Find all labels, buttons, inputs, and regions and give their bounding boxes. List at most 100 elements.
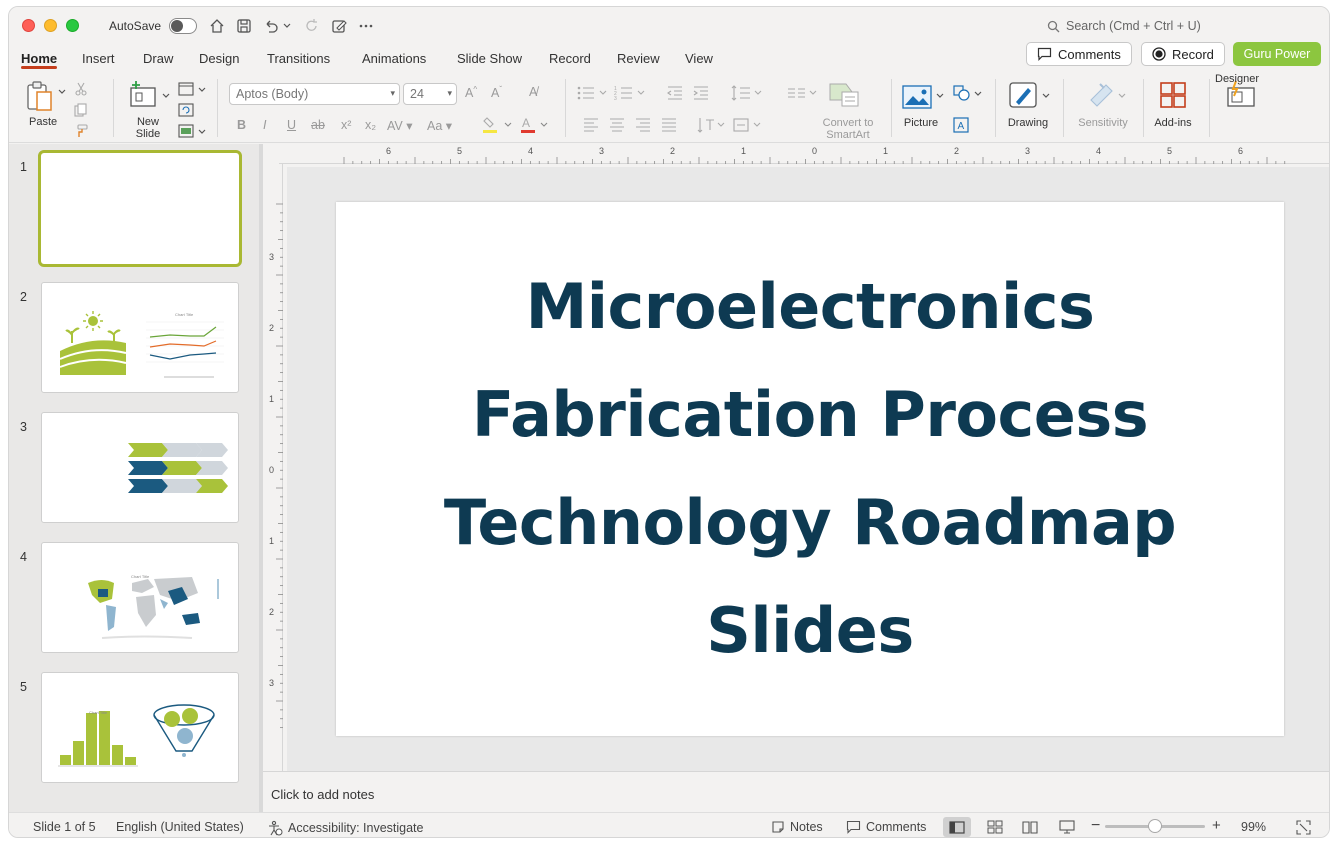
- save-icon[interactable]: [234, 16, 254, 36]
- layout-chevron-icon[interactable]: [197, 85, 207, 95]
- picture-label: Picture: [903, 117, 939, 129]
- subscript-icon[interactable]: x₂: [365, 118, 376, 132]
- reset-slide-icon[interactable]: [177, 102, 195, 118]
- shapes-icon[interactable]: [951, 83, 973, 103]
- accessibility-checker[interactable]: Accessibility: Investigate: [267, 820, 423, 836]
- align-left-icon[interactable]: [581, 115, 601, 135]
- align-text-icon[interactable]: [731, 115, 765, 135]
- underline-icon[interactable]: U: [287, 118, 296, 132]
- section-icon[interactable]: [177, 123, 195, 139]
- new-slide-dropdown-chevron-icon[interactable]: [161, 91, 171, 101]
- zoom-out-icon[interactable]: −: [1091, 817, 1100, 835]
- autosave-toggle[interactable]: [169, 18, 197, 34]
- columns-icon[interactable]: [785, 83, 821, 103]
- notes-pane[interactable]: Click to add notes: [263, 771, 1329, 812]
- zoom-in-icon[interactable]: +: [1212, 817, 1221, 834]
- numbering-icon[interactable]: 123: [613, 83, 649, 103]
- current-slide[interactable]: Microelectronics Fabrication Process Tec…: [336, 202, 1284, 736]
- layout-icon[interactable]: [177, 81, 195, 97]
- tab-design[interactable]: Design: [199, 51, 239, 66]
- text-box-icon[interactable]: A: [951, 115, 971, 135]
- text-direction-icon[interactable]: [695, 115, 729, 135]
- maximize-window-button[interactable]: [66, 19, 79, 32]
- zoom-level[interactable]: 99%: [1241, 820, 1266, 834]
- cut-icon[interactable]: [73, 81, 89, 97]
- fit-to-window-button[interactable]: [1289, 817, 1317, 837]
- new-slide-icon[interactable]: [127, 79, 159, 111]
- language-indicator[interactable]: English (United States): [116, 820, 244, 834]
- search-box[interactable]: Search (Cmd + Ctrl + U): [1047, 19, 1201, 33]
- picture-icon[interactable]: [901, 83, 933, 111]
- tab-animations[interactable]: Animations: [362, 51, 426, 66]
- italic-icon[interactable]: I: [263, 118, 266, 132]
- redo-icon[interactable]: [302, 16, 322, 36]
- home-icon[interactable]: [207, 16, 227, 36]
- notes-toggle-button[interactable]: Notes: [771, 820, 823, 834]
- slide-thumbnail-2[interactable]: Chart Title: [41, 282, 239, 393]
- sensitivity-icon[interactable]: [1085, 79, 1117, 111]
- font-name-dropdown[interactable]: Aptos (Body) ▾: [229, 83, 400, 105]
- tab-view[interactable]: View: [685, 51, 713, 66]
- shapes-chevron-icon[interactable]: [973, 89, 983, 99]
- decrease-indent-icon[interactable]: [665, 83, 685, 103]
- slide-thumbnail-4[interactable]: Chart Title: [41, 542, 239, 653]
- slide-thumbnail-5[interactable]: Chart Title: [41, 672, 239, 783]
- tab-insert[interactable]: Insert: [82, 51, 115, 66]
- record-button[interactable]: Record: [1141, 42, 1225, 66]
- zoom-slider-handle[interactable]: [1147, 819, 1162, 833]
- add-ins-icon[interactable]: [1157, 79, 1189, 111]
- drawing-icon[interactable]: [1007, 79, 1039, 111]
- slide-thumbnails-panel[interactable]: 1 2 Chart Title 3 4 Chart Title 5 Chart …: [9, 144, 259, 812]
- convert-to-smartart-icon[interactable]: [827, 79, 861, 109]
- bold-icon[interactable]: B: [237, 118, 246, 132]
- character-spacing-icon[interactable]: AV ▾: [387, 118, 413, 133]
- paste-dropdown-chevron-icon[interactable]: [57, 87, 67, 97]
- highlight-color-icon[interactable]: [479, 115, 519, 135]
- slideshow-view-button[interactable]: [1053, 817, 1081, 837]
- font-size-dropdown[interactable]: 24 ▾: [403, 83, 457, 105]
- undo-icon[interactable]: [261, 16, 281, 36]
- slide-title-textbox[interactable]: Microelectronics Fabrication Process Tec…: [336, 253, 1284, 685]
- comments-button[interactable]: Comments: [1026, 42, 1132, 66]
- increase-indent-icon[interactable]: [691, 83, 711, 103]
- tab-draw[interactable]: Draw: [143, 51, 173, 66]
- font-color-icon[interactable]: A: [517, 115, 557, 135]
- section-chevron-icon[interactable]: [197, 127, 207, 137]
- strikethrough-icon[interactable]: ab: [311, 118, 325, 132]
- superscript-icon[interactable]: x²: [341, 118, 351, 132]
- normal-view-button[interactable]: [943, 817, 971, 837]
- undo-dropdown-chevron-icon[interactable]: [281, 16, 293, 36]
- justify-icon[interactable]: [659, 115, 679, 135]
- picture-chevron-icon[interactable]: [935, 91, 945, 101]
- slide-thumbnail-3[interactable]: [41, 412, 239, 523]
- tab-slide-show[interactable]: Slide Show: [457, 51, 522, 66]
- align-right-icon[interactable]: [633, 115, 653, 135]
- decrease-font-size-icon[interactable]: Aˇ: [491, 85, 502, 100]
- align-center-icon[interactable]: [607, 115, 627, 135]
- clear-formatting-icon[interactable]: A̸: [529, 85, 537, 99]
- tab-transitions[interactable]: Transitions: [267, 51, 330, 66]
- increase-font-size-icon[interactable]: A^: [465, 85, 477, 100]
- change-case-icon[interactable]: Aa ▾: [427, 118, 452, 133]
- comments-toggle-button[interactable]: Comments: [846, 820, 926, 834]
- zoom-slider[interactable]: [1105, 819, 1205, 833]
- tab-record[interactable]: Record: [549, 51, 591, 66]
- tab-home[interactable]: Home: [21, 51, 57, 66]
- reading-view-button[interactable]: [1016, 817, 1044, 837]
- drawing-chevron-icon[interactable]: [1041, 91, 1051, 101]
- guru-power-button[interactable]: Guru Power: [1233, 42, 1321, 66]
- more-options-icon[interactable]: [356, 16, 376, 36]
- minimize-window-button[interactable]: [44, 19, 57, 32]
- copy-icon[interactable]: [73, 102, 89, 118]
- paste-icon[interactable]: [24, 79, 56, 113]
- format-painter-icon[interactable]: [73, 123, 89, 139]
- paste-label: Paste: [29, 116, 58, 128]
- close-window-button[interactable]: [22, 19, 35, 32]
- slide-sorter-view-button[interactable]: [981, 817, 1009, 837]
- customize-icon[interactable]: [329, 16, 349, 36]
- bullets-icon[interactable]: [575, 83, 611, 103]
- line-spacing-icon[interactable]: [729, 83, 765, 103]
- slide-thumbnail-1[interactable]: [38, 150, 242, 267]
- sensitivity-chevron-icon[interactable]: [1117, 91, 1127, 101]
- tab-review[interactable]: Review: [617, 51, 660, 66]
